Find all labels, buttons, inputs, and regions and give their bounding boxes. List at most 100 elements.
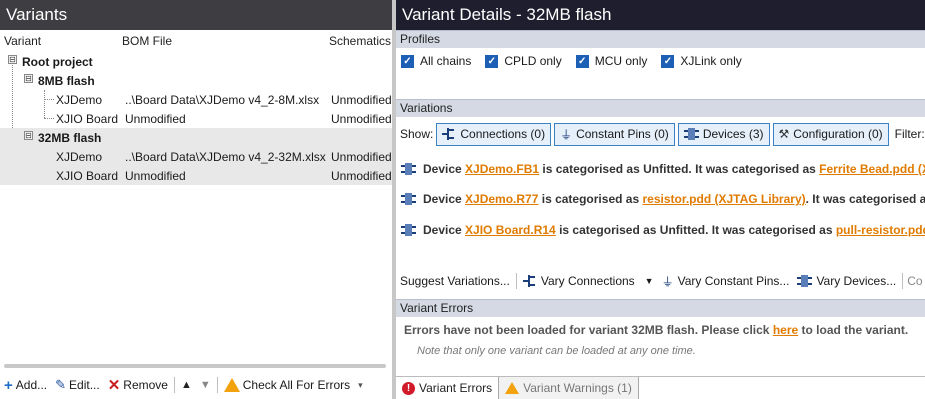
bom-file-cell: ..\Board Data\XJDemo v4_2-32M.xlsx <box>125 150 326 164</box>
constant-pins-icon: ⏚ <box>661 274 674 289</box>
column-schematics[interactable]: Schematics <box>329 34 391 48</box>
warning-icon <box>223 378 240 392</box>
profile-checkbox-mcu-only[interactable]: ✓ MCU only <box>575 54 648 68</box>
collapse-toggle-icon[interactable]: ⊟ <box>8 55 17 64</box>
tree-row-32mb-flash[interactable]: ⊟ 32MB flash <box>0 128 392 147</box>
connections-icon <box>522 275 537 287</box>
profiles-checkboxes: ✓ All chains ✓ CPLD only ✓ MCU only ✓ XJ… <box>401 54 742 68</box>
add-button[interactable]: + Add... <box>0 374 51 396</box>
profile-checkbox-all-chains[interactable]: ✓ All chains <box>401 54 471 68</box>
bom-file-cell: ..\Board Data\XJDemo v4_2-8M.xlsx <box>125 93 320 107</box>
tab-variant-warnings[interactable]: Variant Warnings (1) <box>499 377 639 399</box>
device-icon <box>401 163 416 175</box>
devices-icon <box>683 128 699 140</box>
tree-row-xjio-board-8mb[interactable]: XJIO Board Unmodified Unmodified <box>0 109 392 128</box>
device-icon <box>401 193 416 205</box>
tree-row-root-project[interactable]: ⊟ Root project <box>0 52 392 71</box>
checkmark-icon: ✓ <box>575 54 589 68</box>
truncated-toolbar-item[interactable]: Co <box>905 274 922 288</box>
profile-label: MCU only <box>594 54 648 68</box>
arrow-up-icon: ▲ <box>180 379 192 391</box>
vary-devices-button[interactable]: Vary Devices... <box>793 274 900 288</box>
toolbar-separator <box>216 377 218 393</box>
move-down-button[interactable]: ▼ <box>196 374 215 396</box>
bottom-tab-bar: ! Variant Errors Variant Warnings (1) <box>396 376 925 399</box>
profile-checkbox-xjlink-only[interactable]: ✓ XJLink only <box>661 54 742 68</box>
tree-row-xjdemo-32mb[interactable]: XJDemo ..\Board Data\XJDemo v4_2-32M.xls… <box>0 147 392 166</box>
tree-row-8mb-flash[interactable]: ⊟ 8MB flash <box>0 71 392 90</box>
dropdown-arrow-icon[interactable]: ▼ <box>645 276 654 286</box>
close-icon: ✕ <box>107 376 121 394</box>
show-label: Show: <box>400 127 434 141</box>
variation-item[interactable]: Device XJDemo.R77 is categorised as resi… <box>401 189 925 209</box>
variants-toolbar: + Add... ✎ Edit... ✕ Remove ▲ ▼ Check Al… <box>0 373 392 397</box>
toolbar-overflow-icon[interactable]: ▾ <box>358 380 363 391</box>
checkmark-icon: ✓ <box>661 54 675 68</box>
vary-devices-label: Vary Devices... <box>816 274 897 288</box>
part-definition-link[interactable]: resistor.pdd (XJTAG Library) <box>642 192 805 206</box>
bom-file-cell: Unmodified <box>125 112 186 126</box>
filter-constant-pins-button[interactable]: ⏚ Constant Pins (0) <box>554 122 675 146</box>
filter-label: Devices (3) <box>702 127 764 141</box>
device-link[interactable]: XJDemo.FB1 <box>465 162 539 176</box>
variation-text: is categorised as Unfitted. It was categ… <box>555 223 836 237</box>
toolbar-separator <box>173 377 175 393</box>
device-link[interactable]: XJDemo.R77 <box>465 192 538 206</box>
collapse-toggle-icon[interactable]: ⊟ <box>24 74 33 83</box>
errors-message-text: Errors have not been loaded for variant … <box>404 323 773 337</box>
error-icon: ! <box>402 381 415 395</box>
tab-label: Variant Errors <box>419 381 493 395</box>
device-link[interactable]: XJIO Board.R14 <box>465 223 556 237</box>
schematics-cell: Unmodified <box>331 150 392 164</box>
filter-label: Configuration (0) <box>793 127 883 141</box>
remove-button[interactable]: ✕ Remove <box>104 374 172 396</box>
constant-pins-icon: ⏚ <box>560 127 573 142</box>
filter-devices-button[interactable]: Devices (3) <box>677 122 770 146</box>
suggest-variations-button[interactable]: Suggest Variations... <box>396 274 514 288</box>
profile-label: All chains <box>420 54 472 68</box>
column-variant[interactable]: Variant <box>4 34 41 48</box>
tree-row-label: 32MB flash <box>38 131 102 145</box>
collapse-toggle-icon[interactable]: ⊟ <box>24 131 33 140</box>
filter-connections-button[interactable]: Connections (0) <box>436 122 552 146</box>
toolbar-separator <box>515 273 517 289</box>
devices-icon <box>797 275 813 287</box>
vary-constant-pins-label: Vary Constant Pins... <box>677 274 790 288</box>
remove-button-label: Remove <box>123 378 168 392</box>
variants-tree: ⊟ Root project ⊟ 8MB flash XJDemo ..\Boa… <box>0 52 392 185</box>
errors-note: Note that only one variant can be loaded… <box>417 345 696 357</box>
filter-label: Constant Pins (0) <box>576 127 669 141</box>
horizontal-scrollbar[interactable] <box>4 364 386 368</box>
move-up-button[interactable]: ▲ <box>177 374 196 396</box>
vary-constant-pins-button[interactable]: ⏚ Vary Constant Pins... <box>658 273 794 290</box>
edit-button[interactable]: ✎ Edit... <box>51 374 104 396</box>
filter-configuration-button[interactable]: ⚒ Configuration (0) <box>772 122 889 146</box>
variation-item[interactable]: Device XJIO Board.R14 is categorised as … <box>401 220 925 240</box>
variation-item[interactable]: Device XJDemo.FB1 is categorised as Unfi… <box>401 159 925 179</box>
tree-row-label: 8MB flash <box>38 74 95 88</box>
part-definition-link[interactable]: pull-resistor.pdd <box>836 223 925 237</box>
profile-checkbox-cpld-only[interactable]: ✓ CPLD only <box>485 54 562 68</box>
device-icon <box>401 224 416 236</box>
tree-row-xjdemo-8mb[interactable]: XJDemo ..\Board Data\XJDemo v4_2-8M.xlsx… <box>0 90 392 109</box>
variation-text: Device <box>423 223 466 237</box>
vary-connections-button[interactable]: Vary Connections ▼ <box>519 274 658 288</box>
bom-file-cell: Unmodified <box>125 169 186 183</box>
pencil-icon: ✎ <box>55 377 67 392</box>
errors-not-loaded-message: Errors have not been loaded for variant … <box>404 323 908 337</box>
edit-button-label: Edit... <box>69 378 100 392</box>
check-all-errors-button[interactable]: Check All For Errors <box>220 374 354 396</box>
part-definition-link[interactable]: Ferrite Bead.pdd (X <box>819 162 925 176</box>
tab-variant-errors[interactable]: ! Variant Errors <box>396 377 500 399</box>
load-variant-link[interactable]: here <box>773 323 798 337</box>
variation-text: Device <box>423 192 466 206</box>
profile-label: CPLD only <box>504 54 562 68</box>
tree-row-label: Root project <box>22 55 93 69</box>
checkmark-icon: ✓ <box>485 54 499 68</box>
add-button-label: Add... <box>15 378 48 392</box>
variation-text: . It was categorised as <box>805 192 925 206</box>
filter-label-text: Filter: <box>894 127 925 141</box>
variant-details-pane: Variant Details - 32MB flash Profiles ✓ … <box>396 0 925 399</box>
column-bom-file[interactable]: BOM File <box>122 34 172 48</box>
tree-row-xjio-board-32mb[interactable]: XJIO Board Unmodified Unmodified <box>0 166 392 185</box>
